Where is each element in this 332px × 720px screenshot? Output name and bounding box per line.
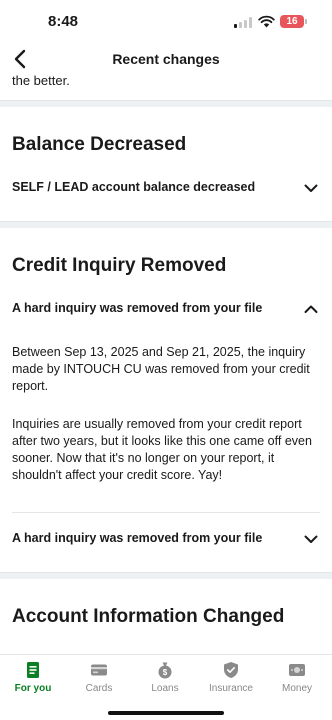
chevron-down-icon (304, 535, 318, 543)
chevron-up-icon (304, 305, 318, 313)
battery-icon: 16 (280, 15, 307, 28)
tab-for-you[interactable]: For you (0, 655, 66, 701)
tab-label: Cards (85, 683, 113, 694)
for-you-icon (27, 662, 39, 678)
accordion-inquiry-removed[interactable]: A hard inquiry was removed from your fil… (12, 525, 320, 553)
accordion-label: A hard inquiry was removed from your fil… (12, 531, 263, 545)
tab-insurance[interactable]: Insurance (198, 655, 264, 701)
home-indicator (108, 711, 224, 715)
inquiry-explanation-text: Inquiries are usually removed from your … (12, 417, 312, 482)
section-title: Balance Decreased (12, 134, 187, 155)
section-separator (0, 221, 332, 228)
divider (12, 512, 320, 513)
money-bag-icon: $ (158, 662, 172, 679)
tab-label: Insurance (209, 683, 253, 694)
accordion-label: SELF / LEAD account balance decreased (12, 180, 256, 194)
status-bar: 8:48 16 (0, 0, 332, 44)
tab-label: For you (14, 683, 52, 694)
intro-text: the better. (12, 74, 70, 88)
tab-label: Money (281, 683, 312, 694)
accordion-balance-decreased[interactable]: SELF / LEAD account balance decreased (12, 174, 320, 202)
svg-text:$: $ (163, 668, 168, 677)
shield-icon (224, 662, 238, 678)
chevron-down-icon (304, 184, 318, 192)
section-separator (0, 100, 332, 107)
accordion-label: A hard inquiry was removed from your fil… (12, 301, 263, 315)
wifi-icon (258, 15, 275, 28)
changes-list[interactable]: the better. Balance Decreased SELF / LEA… (0, 74, 332, 654)
status-time: 8:48 (48, 13, 79, 30)
tab-money[interactable]: Money (264, 655, 330, 701)
page-title: Recent changes (112, 51, 220, 67)
credit-card-icon (91, 664, 107, 676)
tab-cards[interactable]: Cards (66, 655, 132, 701)
section-separator (0, 572, 332, 579)
signal-icon (234, 17, 252, 28)
accordion-inquiry-removed-expanded[interactable]: A hard inquiry was removed from your fil… (12, 295, 320, 323)
bottom-tab-bar: For you Cards $ Loans Insurance Money (0, 654, 332, 700)
cash-icon (289, 664, 305, 676)
inquiry-detail-text: Between Sep 13, 2025 and Sep 21, 2025, t… (12, 345, 310, 393)
tab-loans[interactable]: $ Loans (132, 655, 198, 701)
section-title: Credit Inquiry Removed (12, 255, 227, 276)
tab-label: Loans (151, 683, 179, 694)
section-title: Account Information Changed (12, 606, 285, 627)
nav-bar: Recent changes (0, 44, 332, 74)
